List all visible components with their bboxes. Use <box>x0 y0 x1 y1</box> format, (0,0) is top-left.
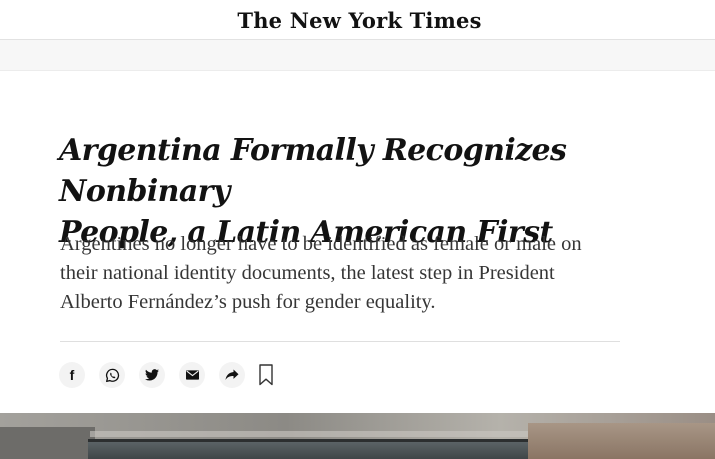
photo-wall-right <box>528 423 715 459</box>
nyt-logo[interactable]: The New York Times <box>237 8 481 33</box>
divider <box>60 341 620 342</box>
masthead: The New York Times <box>0 0 715 40</box>
more-share-button[interactable] <box>219 362 245 388</box>
photo-window <box>88 439 528 459</box>
article-lead-photo <box>0 413 715 459</box>
facebook-icon: f <box>69 367 75 383</box>
bookmark-icon <box>259 364 273 386</box>
share-arrow-icon <box>225 369 239 380</box>
headline-line-1: Argentina Formally Recognizes Nonbinary <box>59 133 567 209</box>
summary-line-2: their national identity documents, the l… <box>60 262 555 284</box>
photo-beam <box>90 431 540 437</box>
email-icon <box>185 370 199 380</box>
facebook-share-button[interactable]: f <box>59 362 85 388</box>
email-share-button[interactable] <box>179 362 205 388</box>
share-toolbar: f <box>59 361 275 389</box>
photo-wall-left <box>0 427 95 459</box>
whatsapp-icon <box>105 368 119 382</box>
article-summary: Argentines no longer have to be identifi… <box>60 230 660 317</box>
summary-line-1: Argentines no longer have to be identifi… <box>60 233 582 255</box>
twitter-icon <box>145 369 159 381</box>
whatsapp-share-button[interactable] <box>99 362 125 388</box>
twitter-share-button[interactable] <box>139 362 165 388</box>
ad-banner-area <box>0 40 715 71</box>
save-bookmark-button[interactable] <box>257 363 275 387</box>
summary-line-3: Alberto Fernández’s push for gender equa… <box>60 291 436 313</box>
